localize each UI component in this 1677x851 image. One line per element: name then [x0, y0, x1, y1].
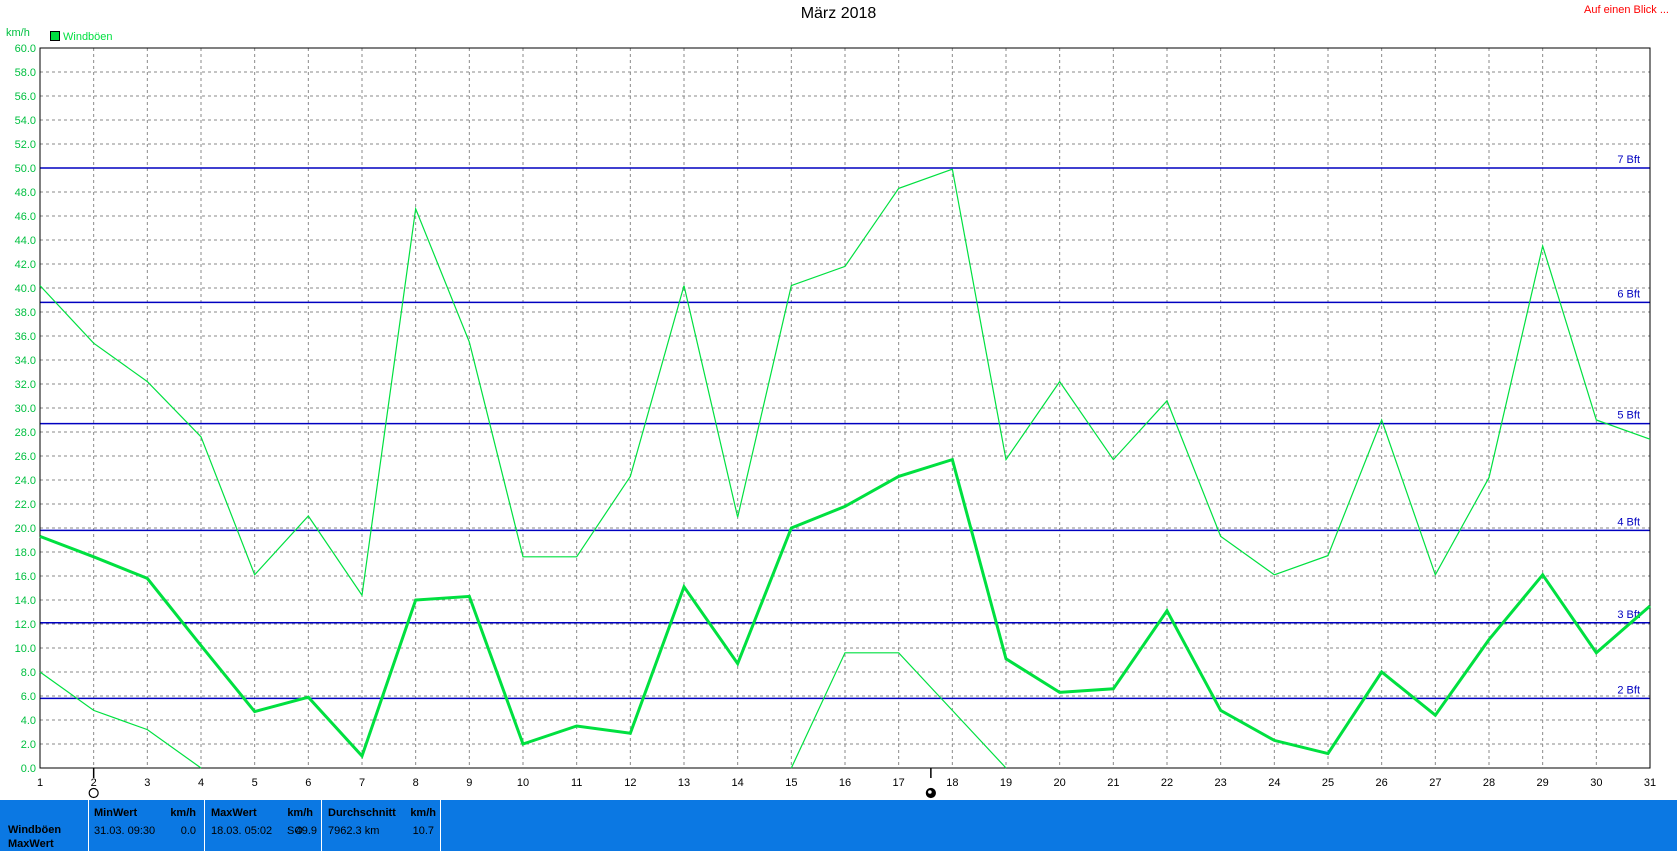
y-tick-label: 42.0: [15, 259, 36, 271]
x-tick-label: 21: [1107, 777, 1119, 789]
x-tick-label: 30: [1590, 777, 1602, 789]
x-tick-label: 12: [624, 777, 636, 789]
avg-value: 10.7: [412, 825, 434, 837]
min-value: 0.0: [180, 825, 196, 837]
y-axis-unit: km/h: [6, 27, 30, 39]
x-tick-label: 14: [732, 777, 744, 789]
x-tick-label: 8: [413, 777, 419, 789]
y-tick-label: 46.0: [15, 211, 36, 223]
legend-swatch: [50, 31, 60, 41]
summary-bar: Windböen MaxWert MinWert km/h 31.03. 09:…: [0, 800, 1677, 851]
summary-row-labels: Windböen MaxWert: [0, 800, 89, 851]
beaufort-label: 7 Bft: [1617, 154, 1640, 166]
y-tick-label: 50.0: [15, 163, 36, 175]
summary-min-column: MinWert km/h 31.03. 09:30 0.0: [88, 800, 205, 851]
legend: Windböen: [50, 31, 113, 43]
y-tick-label: 52.0: [15, 139, 36, 151]
y-tick-label: 28.0: [15, 427, 36, 439]
new-moon-icon: [88, 787, 99, 799]
max-header: MaxWert: [211, 807, 257, 819]
y-tick-label: 38.0: [15, 307, 36, 319]
max-unit: km/h: [287, 807, 313, 819]
x-tick-label: 29: [1537, 777, 1549, 789]
avg-unit: km/h: [410, 807, 436, 819]
x-tick-label: 17: [893, 777, 905, 789]
x-tick-label: 23: [1215, 777, 1227, 789]
x-tick-label: 6: [305, 777, 311, 789]
max-value: 49.9: [295, 825, 317, 837]
y-tick-label: 36.0: [15, 331, 36, 343]
x-tick-label: 26: [1376, 777, 1388, 789]
x-tick-label: 4: [198, 777, 204, 789]
beaufort-label: 4 Bft: [1617, 516, 1640, 528]
y-tick-label: 56.0: [15, 91, 36, 103]
y-tick-label: 10.0: [15, 643, 36, 655]
y-tick-label: 0.0: [21, 763, 36, 775]
avg-header: Durchschnitt: [328, 807, 396, 819]
x-tick-label: 7: [359, 777, 365, 789]
x-tick-label: 28: [1483, 777, 1495, 789]
y-tick-label: 6.0: [21, 691, 36, 703]
x-tick-label: 27: [1429, 777, 1441, 789]
moon-highlight: [928, 790, 932, 794]
y-tick-label: 44.0: [15, 235, 36, 247]
summary-max-column: MaxWert km/h 18.03. 05:02 SO 49.9: [205, 800, 322, 851]
y-tick-label: 54.0: [15, 115, 36, 127]
y-tick-label: 18.0: [15, 547, 36, 559]
y-tick-label: 40.0: [15, 283, 36, 295]
y-tick-label: 4.0: [21, 715, 36, 727]
x-tick-label: 22: [1161, 777, 1173, 789]
beaufort-label: 5 Bft: [1617, 410, 1640, 422]
summary-average-column: Durchschnitt km/h 7962.3 km 10.7: [322, 800, 441, 851]
x-tick-label: 18: [946, 777, 958, 789]
y-tick-label: 26.0: [15, 451, 36, 463]
min-when: 31.03. 09:30: [94, 825, 156, 837]
y-tick-label: 58.0: [15, 67, 36, 79]
max-when: 18.03. 05:02: [211, 825, 273, 837]
x-tick-label: 2: [91, 777, 97, 789]
y-tick-label: 22.0: [15, 499, 36, 511]
x-tick-label: 16: [839, 777, 851, 789]
y-tick-label: 2.0: [21, 739, 36, 751]
min-header: MinWert: [94, 807, 138, 819]
x-tick-label: 10: [517, 777, 529, 789]
y-tick-label: 8.0: [21, 667, 36, 679]
y-tick-label: 48.0: [15, 187, 36, 199]
summary-row-label: Windböen: [8, 824, 62, 836]
page-title: März 2018: [800, 5, 877, 22]
chart-area: 0.0 2.0 4.0 6.0 8.0 10.0 12.0 14.0 16.0 18.0 20.0 2…: [15, 43, 1656, 799]
x-tick-label: 25: [1322, 777, 1334, 789]
y-tick-label: 16.0: [15, 571, 36, 583]
y-tick-label: 34.0: [15, 355, 36, 367]
y-tick-label: 14.0: [15, 595, 36, 607]
y-tick-label: 32.0: [15, 379, 36, 391]
beaufort-label: 2 Bft: [1617, 684, 1640, 696]
quick-overview-link[interactable]: Auf einen Blick ...: [1584, 4, 1669, 16]
y-tick-label: 12.0: [15, 619, 36, 631]
y-tick-label: 24.0: [15, 475, 36, 487]
summary-row-label: MaxWert: [8, 838, 54, 850]
avg-when: 7962.3 km: [328, 825, 380, 837]
x-tick-label: 24: [1268, 777, 1280, 789]
y-tick-label: 20.0: [15, 523, 36, 535]
x-tick-label: 13: [678, 777, 690, 789]
min-unit: km/h: [170, 807, 196, 819]
x-tick-label: 1: [37, 777, 43, 789]
x-tick-label: 20: [1054, 777, 1066, 789]
x-tick-label: 9: [466, 777, 472, 789]
x-tick-label: 19: [1000, 777, 1012, 789]
x-tick-label: 31: [1644, 777, 1656, 789]
x-tick-label: 3: [144, 777, 150, 789]
x-tick-label: 5: [252, 777, 258, 789]
y-tick-label: 60.0: [15, 43, 36, 55]
x-tick-label: 15: [785, 777, 797, 789]
x-tick-label: 11: [571, 777, 582, 789]
beaufort-label: 6 Bft: [1617, 288, 1640, 300]
legend-label: Windböen: [63, 31, 113, 43]
y-tick-label: 30.0: [15, 403, 36, 415]
